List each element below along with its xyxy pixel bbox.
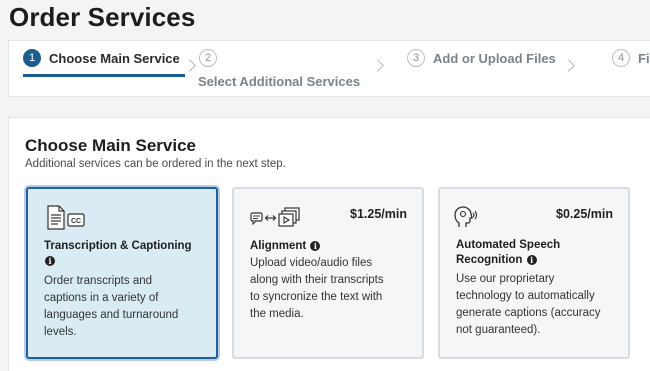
step-number: 2 bbox=[199, 49, 217, 67]
step-choose-main-service[interactable]: 1 Choose Main Service bbox=[23, 49, 180, 67]
info-icon[interactable]: i bbox=[310, 241, 321, 251]
main-service-panel: Choose Main Service Additional services … bbox=[8, 117, 650, 371]
step-add-upload-files[interactable]: 3 Add or Upload Files bbox=[407, 49, 556, 67]
service-price: $0.25/min bbox=[556, 207, 613, 221]
chevron-right-icon bbox=[562, 59, 575, 72]
step-select-additional-services[interactable]: 2 bbox=[199, 49, 217, 67]
info-icon[interactable]: i bbox=[526, 255, 537, 265]
active-step-indicator bbox=[23, 74, 185, 77]
chevron-right-icon bbox=[183, 59, 196, 72]
step-number: 3 bbox=[407, 49, 425, 67]
service-price: $1.25/min bbox=[350, 207, 407, 221]
service-card-alignment[interactable]: $1.25/min Alignment i Upload video/audio… bbox=[232, 187, 424, 359]
service-name: Transcription & Captioning bbox=[44, 240, 192, 252]
service-card-transcription[interactable]: CC Transcription & Captioning i Order tr… bbox=[26, 187, 218, 359]
order-stepper: 1 Choose Main Service 2 Select Additiona… bbox=[8, 40, 650, 97]
chevron-right-icon bbox=[371, 59, 384, 72]
page-title: Order Services bbox=[9, 2, 196, 32]
service-description: Order transcripts and captions in a vari… bbox=[44, 275, 179, 338]
step-number: 1 bbox=[23, 49, 41, 67]
step-label: Add or Upload Files bbox=[433, 51, 556, 66]
service-name-line1: Automated Speech bbox=[456, 239, 561, 251]
step-label-wrapper: Select Additional Services bbox=[198, 72, 360, 89]
info-icon[interactable]: i bbox=[45, 256, 55, 266]
svg-text:CC: CC bbox=[71, 218, 81, 225]
section-title: Choose Main Service bbox=[25, 136, 197, 155]
service-name-line2: Recognition bbox=[456, 254, 523, 266]
alignment-icon bbox=[245, 205, 303, 236]
section-subtitle: Additional services can be ordered in th… bbox=[25, 158, 286, 170]
service-card-asr[interactable]: $0.25/min Automated Speech Recognition i… bbox=[438, 187, 630, 359]
step-label: Fi bbox=[638, 51, 650, 66]
service-description: Upload video/audio files along with thei… bbox=[250, 257, 384, 320]
speech-recognition-icon bbox=[451, 205, 481, 236]
step-label: Choose Main Service bbox=[49, 51, 180, 66]
step-label: Select Additional Services bbox=[198, 74, 361, 89]
step-number: 4 bbox=[612, 49, 630, 67]
service-name: Alignment bbox=[250, 240, 307, 252]
service-description: Use our proprietary technology to automa… bbox=[456, 273, 601, 336]
transcript-cc-icon: CC bbox=[39, 205, 89, 236]
step-4[interactable]: 4 Fi bbox=[612, 49, 650, 67]
